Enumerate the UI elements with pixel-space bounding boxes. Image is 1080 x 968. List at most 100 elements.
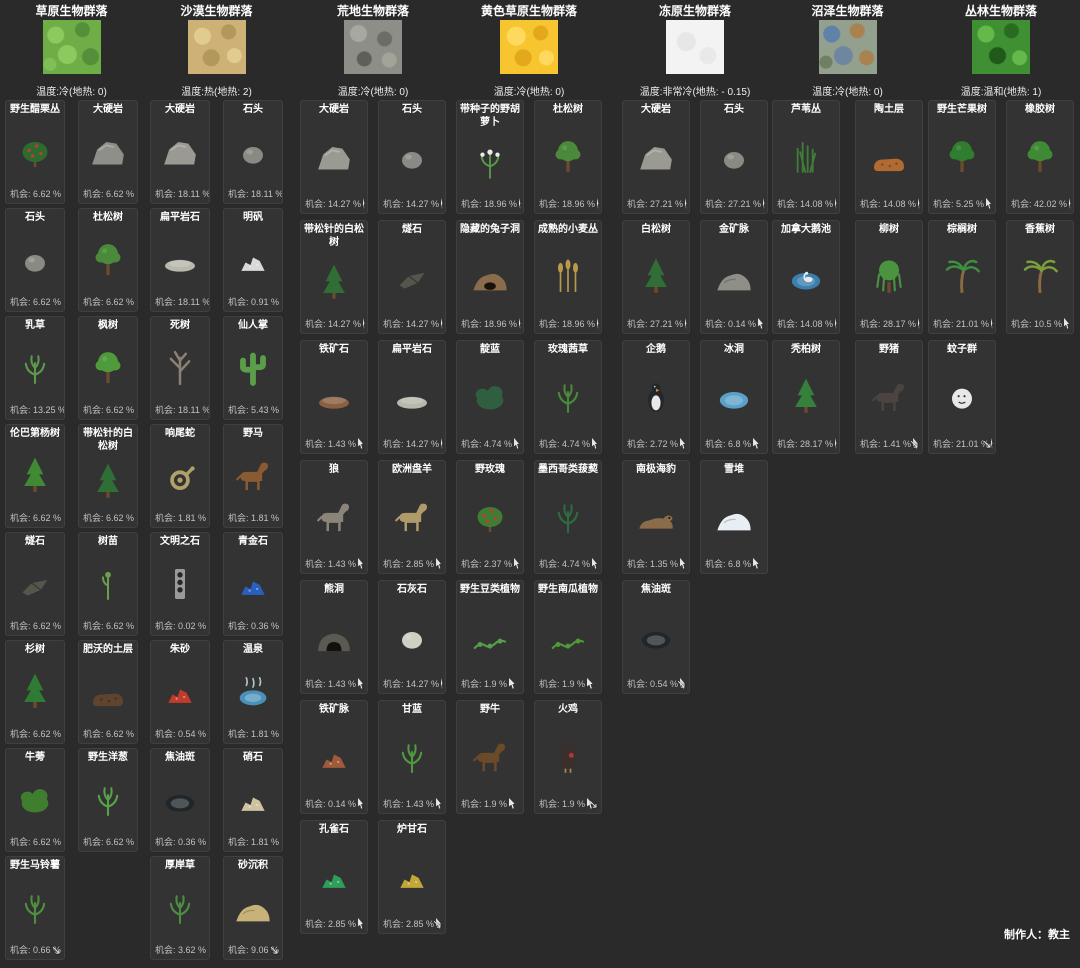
spawn-card[interactable]: 牛蒡机会: 6.62 %	[5, 748, 65, 852]
spawn-card[interactable]: 燧石机会: 14.27 %	[378, 220, 446, 334]
spawn-card[interactable]: 野生醋栗丛机会: 6.62 %	[5, 100, 65, 204]
spawn-card[interactable]: 硝石机会: 1.81 %	[223, 748, 283, 852]
spawn-card[interactable]: 加拿大鹅池机会: 14.08 %	[772, 220, 840, 334]
spawn-card[interactable]: 狼机会: 1.43 %	[300, 460, 368, 574]
spawn-card[interactable]: 铁矿脉机会: 0.14 %	[300, 700, 368, 814]
biome-texture-swatch[interactable]	[188, 20, 246, 74]
spawn-card[interactable]: 树苗机会: 6.62 %	[78, 532, 138, 636]
spawn-chance: 机会: 6.62 %	[6, 295, 64, 311]
spawn-card[interactable]: 响尾蛇机会: 1.81 %	[150, 424, 210, 528]
spawn-card[interactable]: 肥沃的土层机会: 6.62 %	[78, 640, 138, 744]
spawn-chance: 机会: 2.37 %	[457, 557, 523, 573]
spawn-card[interactable]: 燧石机会: 6.62 %	[5, 532, 65, 636]
resize-handle-icon[interactable]: ↘	[676, 678, 686, 690]
cursor-icon	[758, 318, 765, 329]
spawn-card[interactable]: 铁矿石机会: 1.43 %	[300, 340, 368, 454]
spawn-card[interactable]: 石头机会: 18.11 %	[223, 100, 283, 204]
mineral-icon	[151, 657, 209, 728]
spawn-card[interactable]: 靛蓝机会: 4.74 %	[456, 340, 524, 454]
spawn-card[interactable]: 南极海豹机会: 1.35 %	[622, 460, 690, 574]
biome-texture-swatch[interactable]	[344, 20, 402, 74]
spawn-card[interactable]: 企鹅机会: 2.72 %	[622, 340, 690, 454]
spawn-card[interactable]: 厚岸草机会: 3.62 %	[150, 856, 210, 960]
spawn-card[interactable]: 乳草机会: 13.25 %	[5, 316, 65, 420]
item-name: 石灰石	[379, 581, 445, 597]
resize-handle-icon[interactable]: ↘	[269, 944, 279, 956]
spawn-card[interactable]: 朱砂机会: 0.54 %	[150, 640, 210, 744]
resize-handle-icon[interactable]: ↘	[588, 798, 598, 810]
spawn-card[interactable]: 白松树机会: 27.21 %	[622, 220, 690, 334]
spawn-card[interactable]: 芦苇丛机会: 14.08 %	[772, 100, 840, 214]
spawn-card[interactable]: 石头机会: 6.62 %	[5, 208, 65, 312]
spawn-card[interactable]: 大硬岩机会: 14.27 %	[300, 100, 368, 214]
spawn-card[interactable]: 杉树机会: 6.62 %	[5, 640, 65, 744]
spawn-card[interactable]: 文明之石机会: 0.02 %	[150, 532, 210, 636]
spawn-card[interactable]: 带种子的野胡萝卜机会: 18.96 %	[456, 100, 524, 214]
spawn-card[interactable]: 野马机会: 1.81 %	[223, 424, 283, 528]
item-name: 企鹅	[623, 341, 689, 357]
biome-texture-swatch[interactable]	[43, 20, 101, 74]
biome-texture-swatch[interactable]	[666, 20, 724, 74]
spawn-card[interactable]: 石头机会: 14.27 %	[378, 100, 446, 214]
spawn-card[interactable]: 陶土层机会: 14.08 %	[855, 100, 923, 214]
spawn-card[interactable]: 扁平岩石机会: 18.11 %	[150, 208, 210, 312]
spawn-card[interactable]: 柳树机会: 28.17 %	[855, 220, 923, 334]
spawn-chance: 机会: 18.11 %	[151, 295, 209, 311]
spawn-card[interactable]: 石头机会: 27.21 %	[700, 100, 768, 214]
spawn-card[interactable]: 野玫瑰机会: 2.37 %	[456, 460, 524, 574]
spawn-card[interactable]: 秃柏树机会: 28.17 %	[772, 340, 840, 454]
spawn-card[interactable]: 欧洲盘羊机会: 2.85 %	[378, 460, 446, 574]
spawn-card[interactable]: 焦油斑机会: 0.36 %	[150, 748, 210, 852]
spawn-card[interactable]: 扁平岩石机会: 14.27 %	[378, 340, 446, 454]
spawn-card[interactable]: 大硬岩机会: 27.21 %	[622, 100, 690, 214]
spawn-card[interactable]: 带松针的白松树机会: 14.27 %	[300, 220, 368, 334]
spawn-card[interactable]: 杜松树机会: 6.62 %	[78, 208, 138, 312]
spawn-card[interactable]: 橡胶树机会: 42.02 %	[1006, 100, 1074, 214]
resize-handle-icon[interactable]: ↘	[432, 918, 442, 930]
spawn-card[interactable]: 仙人掌机会: 5.43 %	[223, 316, 283, 420]
chance-text: 机会: 1.81 %	[228, 727, 279, 740]
spawn-card[interactable]: 野生豆类植物机会: 1.9 %	[456, 580, 524, 694]
spawn-card[interactable]: 隐藏的兔子洞机会: 18.96 %	[456, 220, 524, 334]
biome-texture-swatch[interactable]	[500, 20, 558, 74]
spawn-card[interactable]: 孔雀石机会: 2.85 %	[300, 820, 368, 934]
spawn-card[interactable]: 带松针的白松树机会: 6.62 %	[78, 424, 138, 528]
spawn-card[interactable]: 成熟的小麦丛机会: 18.96 %	[534, 220, 602, 334]
spawn-card[interactable]: 玫瑰茜草机会: 4.74 %	[534, 340, 602, 454]
spawn-card[interactable]: 枫树机会: 6.62 %	[78, 316, 138, 420]
spawn-card[interactable]: 金矿脉机会: 0.14 %	[700, 220, 768, 334]
chance-text: 机会: 14.27 %	[383, 317, 439, 330]
spawn-card[interactable]: 石灰石机会: 14.27 %	[378, 580, 446, 694]
spawn-card[interactable]: 大硬岩机会: 6.62 %	[78, 100, 138, 204]
resize-handle-icon[interactable]: ↘	[909, 438, 919, 450]
spawn-card[interactable]: 墨西哥类菝葜机会: 4.74 %	[534, 460, 602, 574]
spawn-card[interactable]: 死树机会: 18.11 %	[150, 316, 210, 420]
spawn-card[interactable]: 大硬岩机会: 18.11 %	[150, 100, 210, 204]
stone-icon	[224, 117, 282, 188]
chance-text: 机会: 28.17 %	[860, 317, 916, 330]
spawn-card[interactable]: 甘蓝机会: 1.43 %	[378, 700, 446, 814]
spawn-card[interactable]: 野生洋葱机会: 6.62 %	[78, 748, 138, 852]
spawn-card[interactable]: 明矾机会: 0.91 %	[223, 208, 283, 312]
spawn-card[interactable]: 青金石机会: 0.36 %	[223, 532, 283, 636]
spawn-card[interactable]: 杜松树机会: 18.96 %	[534, 100, 602, 214]
spawn-card[interactable]: 棕榈树机会: 21.01 %	[928, 220, 996, 334]
resize-handle-icon[interactable]: ↘	[51, 944, 61, 956]
resize-handle-icon[interactable]: ↘	[982, 438, 992, 450]
spawn-card[interactable]: 野生南瓜植物机会: 1.9 %	[534, 580, 602, 694]
spawn-card[interactable]: 冰洞机会: 6.8 %	[700, 340, 768, 454]
biome-texture-swatch[interactable]	[972, 20, 1030, 74]
biome-texture-swatch[interactable]	[819, 20, 877, 74]
spawn-chance: 机会: 1.81 %	[224, 835, 282, 851]
spawn-card[interactable]: 雪堆机会: 6.8 %	[700, 460, 768, 574]
spawn-card[interactable]: 伦巴第杨树机会: 6.62 %	[5, 424, 65, 528]
spawn-card[interactable]: 野生芒果树机会: 5.25 %	[928, 100, 996, 214]
spawn-card[interactable]: 香蕉树机会: 10.5 %	[1006, 220, 1074, 334]
spawn-card[interactable]: 温泉机会: 1.81 %	[223, 640, 283, 744]
spawn-card[interactable]: 熊洞机会: 1.43 %	[300, 580, 368, 694]
spawn-chance: 机会: 0.02 %	[151, 619, 209, 635]
chance-text: 机会: 6.62 %	[83, 835, 134, 848]
cursor-icon	[680, 558, 687, 569]
chance-text: 机会: 4.74 %	[539, 437, 590, 450]
spawn-card[interactable]: 野牛机会: 1.9 %	[456, 700, 524, 814]
